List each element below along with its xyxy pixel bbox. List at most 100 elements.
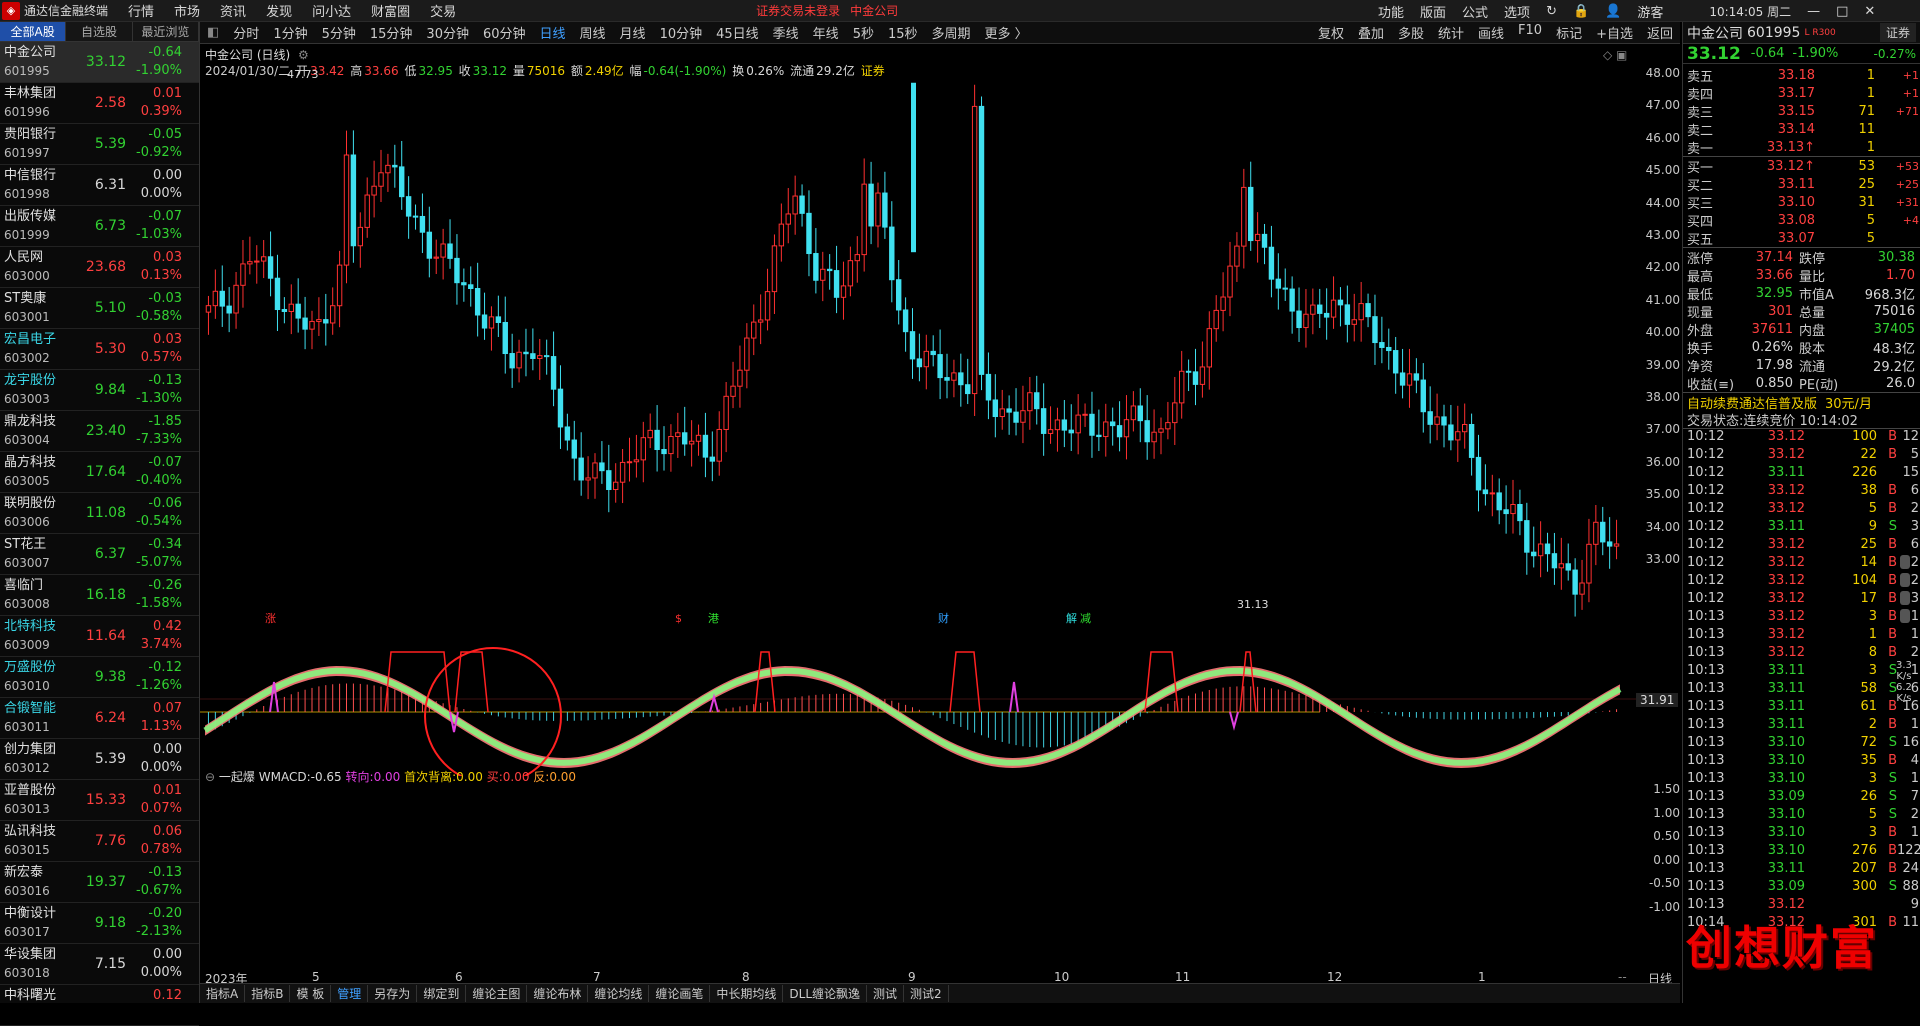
menu-formula[interactable]: 公式 <box>1454 2 1496 21</box>
book-row[interactable]: 卖五 33.18 1 +1 <box>1683 66 1920 85</box>
formula-tab-9[interactable]: 缠论画笔 <box>649 985 711 1002</box>
formula-tab-7[interactable]: 缠论布林 <box>527 985 589 1002</box>
close-icon[interactable]: ✕ <box>1856 4 1883 19</box>
tool-2[interactable]: 多股 <box>1391 23 1431 42</box>
formula-tab-1[interactable]: 指标B <box>245 985 291 1002</box>
book-row[interactable]: 卖二 33.14 11 <box>1683 120 1920 139</box>
maximize-icon[interactable]: □ <box>1828 4 1856 19</box>
tick-scrollbar[interactable] <box>1900 555 1910 650</box>
formula-tab-6[interactable]: 缠论主图 <box>466 985 528 1002</box>
menu-news[interactable]: 资讯 <box>210 1 256 20</box>
tool-6[interactable]: 标记 <box>1549 23 1589 42</box>
menu-layout[interactable]: 版面 <box>1412 2 1454 21</box>
menu-wealth[interactable]: 财富圈 <box>361 1 420 20</box>
period-8[interactable]: 月线 <box>613 23 653 42</box>
period-6[interactable]: 日线 <box>533 23 573 42</box>
formula-tab-4[interactable]: 另存为 <box>368 985 418 1002</box>
stock-row[interactable]: 丰林集团 601996 2.58 0.01 0.39% <box>0 83 199 124</box>
stock-row[interactable]: 万盛股份 603010 9.38 -0.12 -1.26% <box>0 657 199 698</box>
tool-8[interactable]: 返回 <box>1640 23 1680 42</box>
period-5[interactable]: 60分钟 <box>476 23 533 42</box>
stock-row[interactable]: 创力集团 603012 5.39 0.00 0.00% <box>0 739 199 780</box>
book-row[interactable]: 卖一 33.13↑ 1 <box>1683 138 1920 157</box>
tool-0[interactable]: 复权 <box>1311 23 1351 42</box>
stock-row[interactable]: 中科曙光 0.12 <box>0 985 199 1026</box>
tool-7[interactable]: +自选 <box>1589 23 1640 42</box>
stock-row[interactable]: 亚普股份 603013 15.33 0.01 0.07% <box>0 780 199 821</box>
stock-row[interactable]: 新宏泰 603016 19.37 -0.13 -0.67% <box>0 862 199 903</box>
quote-sector-tab[interactable]: 证券 <box>1879 23 1916 42</box>
tool-3[interactable]: 统计 <box>1431 23 1471 42</box>
stock-row[interactable]: 华设集团 603018 7.15 0.00 0.00% <box>0 944 199 985</box>
period-3[interactable]: 15分钟 <box>363 23 420 42</box>
period-1[interactable]: 1分钟 <box>266 23 314 42</box>
formula-tab-8[interactable]: 缠论均线 <box>588 985 650 1002</box>
period-4[interactable]: 30分钟 <box>419 23 476 42</box>
stock-row[interactable]: 贵阳银行 601997 5.39 -0.05 -0.92% <box>0 124 199 165</box>
stock-row[interactable]: ST奥康 603001 5.10 -0.03 -0.58% <box>0 288 199 329</box>
formula-tab-10[interactable]: 中长期均线 <box>710 985 784 1002</box>
lock-icon[interactable]: 🔒 <box>1565 4 1597 19</box>
stock-row[interactable]: 弘讯科技 603015 7.76 0.06 0.78% <box>0 821 199 862</box>
menu-options[interactable]: 选项 <box>1496 2 1538 21</box>
formula-tab-2[interactable]: 模 板 <box>290 985 332 1002</box>
stock-row[interactable]: 中金公司 601995 33.12 -0.64 -1.90% <box>0 42 199 83</box>
zoom-controls[interactable]: -- <box>1618 970 1627 984</box>
period-14[interactable]: 15秒 <box>881 23 925 42</box>
menu-market[interactable]: 市场 <box>164 1 210 20</box>
period-13[interactable]: 5秒 <box>846 23 881 42</box>
formula-tab-3[interactable]: 管理 <box>331 985 369 1002</box>
stock-row[interactable]: 龙宇股份 603003 9.84 -0.13 -1.30% <box>0 370 199 411</box>
stock-row[interactable]: 中衡设计 603017 9.18 -0.20 -2.13% <box>0 903 199 944</box>
indicator-name[interactable]: 一起爆 <box>219 770 255 784</box>
tool-4[interactable]: 画线 <box>1471 23 1511 42</box>
book-row[interactable]: 卖四 33.17 1 +1 <box>1683 84 1920 103</box>
stock-row[interactable]: 人民网 603000 23.68 0.03 0.13% <box>0 247 199 288</box>
formula-tab-11[interactable]: DLL缠论飘逸 <box>783 985 868 1002</box>
tab-all-a-shares[interactable]: 全部A股 <box>0 22 67 41</box>
formula-tab-5[interactable]: 绑定到 <box>417 985 467 1002</box>
chart-settings-icon[interactable]: ⚙ <box>298 48 309 62</box>
book-row[interactable]: 买二 33.11 25 +25 <box>1683 175 1920 194</box>
guest-label[interactable]: 游客 <box>1629 2 1671 21</box>
stock-row[interactable]: 出版传媒 601999 6.73 -0.07 -1.03% <box>0 206 199 247</box>
stock-row[interactable]: 鼎龙科技 603004 23.40 -1.85 -7.33% <box>0 411 199 452</box>
period-11[interactable]: 季线 <box>766 23 806 42</box>
tab-recent[interactable]: 最近浏览 <box>133 22 199 41</box>
menu-trade[interactable]: 交易 <box>420 1 466 20</box>
formula-tab-12[interactable]: 测试 <box>867 985 905 1002</box>
tab-watchlist[interactable]: 自选股 <box>66 22 133 41</box>
sidebar-toggle-icon[interactable]: ◧ <box>200 25 226 40</box>
stock-row[interactable]: 中信银行 601998 6.31 0.00 0.00% <box>0 165 199 206</box>
stock-row[interactable]: 喜临门 603008 16.18 -0.26 -1.58% <box>0 575 199 616</box>
period-15[interactable]: 多周期 <box>925 23 978 42</box>
book-row[interactable]: 买三 33.10 31 +31 <box>1683 193 1920 212</box>
formula-tab-0[interactable]: 指标A <box>200 985 246 1002</box>
period-2[interactable]: 5分钟 <box>315 23 363 42</box>
stock-row[interactable]: 宏昌电子 603002 5.30 0.03 0.57% <box>0 329 199 370</box>
indicator-menu-icon[interactable]: ⊖ <box>205 770 215 784</box>
period-0[interactable]: 分时 <box>226 23 266 42</box>
tool-5[interactable]: F10 <box>1511 23 1549 42</box>
user-icon[interactable]: 👤 <box>1597 4 1629 19</box>
minimize-icon[interactable]: — <box>1799 4 1828 19</box>
menu-discover[interactable]: 发现 <box>256 1 302 20</box>
stock-row[interactable]: 北特科技 603009 11.64 0.42 3.74% <box>0 616 199 657</box>
book-row[interactable]: 买五 33.07 5 <box>1683 229 1920 248</box>
period-16[interactable]: 更多 〉 <box>978 23 1035 42</box>
ad-price[interactable]: 30元/月 <box>1825 393 1872 412</box>
menu-ask[interactable]: 问小达 <box>302 1 361 20</box>
period-10[interactable]: 45日线 <box>709 23 766 42</box>
menu-function[interactable]: 功能 <box>1370 2 1412 21</box>
menu-quotes[interactable]: 行情 <box>118 1 164 20</box>
login-warning[interactable]: 证券交易未登录 <box>756 2 840 19</box>
stock-row[interactable]: ST花王 603007 6.37 -0.34 -5.07% <box>0 534 199 575</box>
period-7[interactable]: 周线 <box>573 23 613 42</box>
stock-row[interactable]: 合锻智能 603011 6.24 0.07 1.13% <box>0 698 199 739</box>
chart-expand-icon[interactable]: ◇ ▣ <box>1603 48 1627 62</box>
book-row[interactable]: 卖三 33.15 71 +71 <box>1683 102 1920 121</box>
refresh-icon[interactable]: ↻ <box>1538 4 1565 19</box>
formula-tab-13[interactable]: 测试2 <box>904 985 949 1002</box>
book-row[interactable]: 买一 33.12↑ 53 +53 <box>1683 157 1920 176</box>
period-12[interactable]: 年线 <box>806 23 846 42</box>
